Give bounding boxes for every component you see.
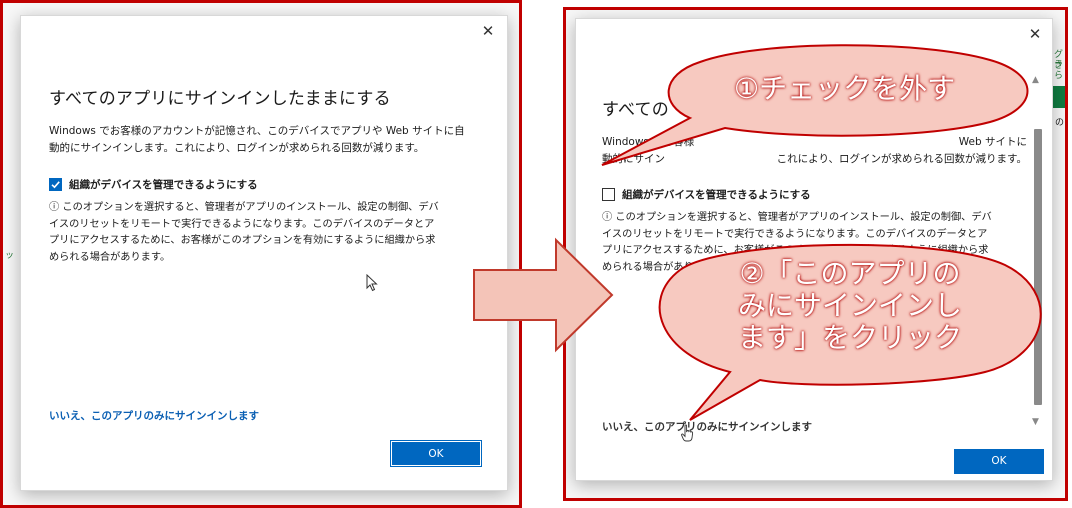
callout-2-line: ます」をクリック [737,321,962,354]
callout-2-text: ②「このアプリの みにサインインし ます」をクリック [705,258,995,354]
right-arrow-icon [473,237,614,353]
callout-2-line: みにサインインし [737,289,962,322]
callout-2-line: ②「このアプリの [739,257,961,290]
callout-1-text: ①チェックを外す [734,72,956,105]
callout-bubble-1 [601,44,1029,166]
